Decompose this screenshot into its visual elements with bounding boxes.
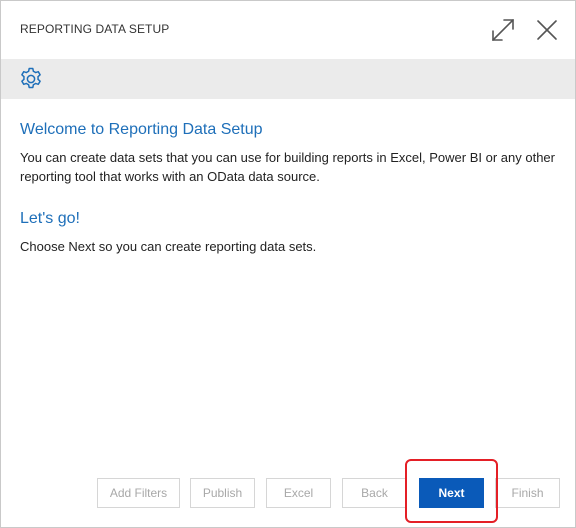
back-button[interactable]: Back [342, 478, 407, 508]
publish-button[interactable]: Publish [190, 478, 255, 508]
dialog-titlebar: REPORTING DATA SETUP [1, 1, 575, 59]
reporting-data-setup-dialog: REPORTING DATA SETUP Welcome to Reportin… [0, 0, 576, 528]
dialog-title: REPORTING DATA SETUP [20, 22, 170, 36]
welcome-text: You can create data sets that you can us… [20, 150, 555, 184]
letsgo-heading: Let's go! [20, 210, 80, 227]
dialog-toolbar [1, 59, 575, 99]
welcome-heading: Welcome to Reporting Data Setup [20, 121, 263, 138]
add-filters-button[interactable]: Add Filters [97, 478, 180, 508]
next-button[interactable]: Next [419, 478, 484, 508]
letsgo-text: Choose Next so you can create reporting … [20, 239, 317, 254]
expand-icon[interactable] [490, 17, 516, 43]
excel-button[interactable]: Excel [266, 478, 331, 508]
close-icon[interactable] [534, 17, 560, 43]
dialog-content: Welcome to Reporting Data Setup You can … [20, 120, 565, 256]
gear-icon[interactable] [18, 66, 44, 92]
finish-button[interactable]: Finish [495, 478, 560, 508]
